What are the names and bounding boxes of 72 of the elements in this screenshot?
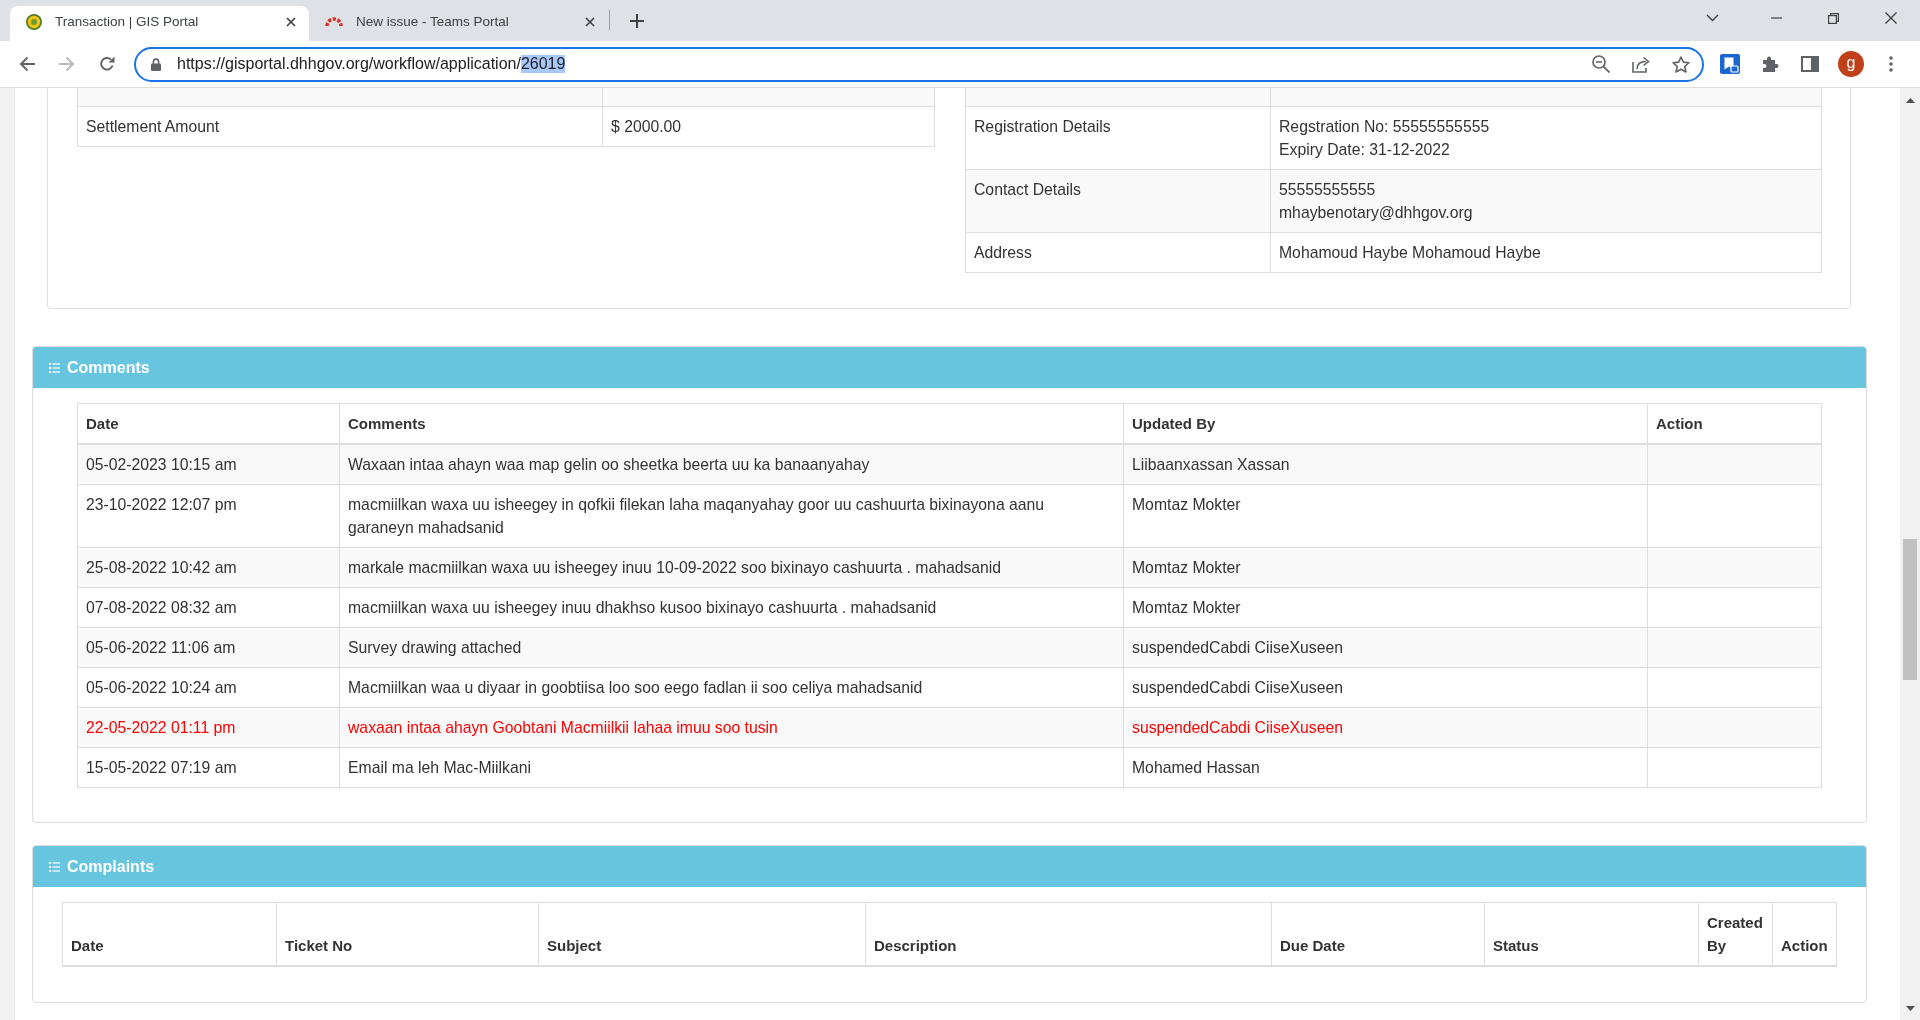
table-cell: waxaan intaa ahayn Goobtani Macmiilkii lahaa imuu soo tusin — [339, 707, 1124, 748]
chevron-down-icon[interactable] — [1706, 14, 1719, 22]
table-cell: Email ma leh Mac-Miilkani — [339, 747, 1124, 788]
table-cell: suspendedCabdi CiiseXuseen — [1123, 667, 1648, 708]
table-cell: 23-10-2022 12:07 pm — [77, 484, 340, 548]
list-icon — [49, 861, 60, 872]
puzzle-icon[interactable] — [1761, 55, 1779, 73]
lock-icon[interactable] — [151, 57, 161, 71]
scrollbar[interactable] — [1900, 88, 1920, 1020]
table-cell: 15-05-2022 07:19 am — [77, 747, 340, 788]
table-cell: Liibaanxassan Xassan — [1123, 444, 1648, 485]
close-icon[interactable] — [585, 16, 595, 27]
table-cell: 07-08-2022 08:32 am — [77, 587, 340, 628]
field-label: Settlement Amount — [77, 106, 603, 147]
zoom-out-icon[interactable] — [1592, 55, 1610, 73]
field-value: 55555555555 mhaybenotary@dhhgov.org — [1270, 169, 1822, 233]
field-value: Regstration No: 55555555555 Expiry Date: 31-12-2022 — [1270, 106, 1822, 170]
column-header: Subject — [538, 902, 866, 966]
plus-icon[interactable] — [630, 14, 644, 28]
profile-button[interactable]: g — [1838, 51, 1864, 77]
table-cell: suspendedCabdi CiiseXuseen — [1123, 627, 1648, 668]
restore-icon[interactable] — [1828, 12, 1839, 24]
field-value: $ 2000.00 — [602, 106, 935, 147]
table-cell: Survey drawing attached — [339, 627, 1124, 668]
seal-icon — [26, 13, 42, 30]
column-header: Status — [1484, 902, 1699, 966]
table-cell: Momtaz Mokter — [1123, 484, 1648, 548]
table-cell: macmiilkan waxa uu isheegey in qofkii filekan laha maqanyahay goor uu cashuurta bixinayona aanu garaneyn mahadsanid — [339, 484, 1124, 548]
table-cell: 05-02-2023 10:15 am — [77, 444, 340, 485]
star-icon[interactable] — [1672, 55, 1690, 73]
table-cell: 22-05-2022 01:11 pm — [77, 707, 340, 748]
table-cell: Momtaz Mokter — [1123, 547, 1648, 588]
column-header: Date — [62, 902, 277, 966]
arc-icon — [325, 17, 343, 26]
close-icon[interactable] — [286, 16, 296, 27]
table-cell: Mohamed Hassan — [1123, 747, 1648, 788]
table-cell: macmiilkan waxa uu isheegey inuu dhakhso kusoo bixinayo cashuurta . mahadsanid — [339, 587, 1124, 628]
table-cell: markale macmiilkan waxa uu isheegey inuu 10-09-2022 soo bixinayo cashuurta . mahadsanid — [339, 547, 1124, 588]
table-cell: Waxaan intaa ahayn waa map gelin oo sheetka beerta uu ka banaanyahay — [339, 444, 1124, 485]
table-cell: 05-06-2022 10:24 am — [77, 667, 340, 708]
table-cell: Macmiilkan waa u diyaar in goobtiisa loo soo eego fadlan ii soo celiya mahadsanid — [339, 667, 1124, 708]
column-header: Created By — [1698, 902, 1773, 966]
back-arrow-icon[interactable] — [19, 56, 35, 72]
table-cell: 25-08-2022 10:42 am — [77, 547, 340, 588]
column-header: Ticket No — [276, 902, 539, 966]
close-icon[interactable] — [1885, 12, 1897, 24]
browser-tab[interactable]: Transaction | GIS Portal — [10, 6, 309, 41]
table-cell: Momtaz Mokter — [1123, 587, 1648, 628]
table-cell: suspendedCabdi CiiseXuseen — [1123, 707, 1648, 748]
panel-title: Complaints — [67, 857, 155, 876]
bookmark-tile-icon[interactable] — [1720, 54, 1740, 74]
field-label: Address — [965, 232, 1271, 273]
field-label: Registration Details — [965, 106, 1271, 170]
share-icon[interactable] — [1632, 55, 1650, 73]
table-cell: 05-06-2022 11:06 am — [77, 627, 340, 668]
field-value: Mohamoud Haybe Mohamoud Haybe — [1270, 232, 1822, 273]
list-icon — [49, 362, 60, 373]
reload-icon[interactable] — [99, 56, 115, 72]
column-header: Action — [1772, 902, 1837, 966]
scrollbar-thumb[interactable] — [1903, 539, 1917, 680]
panel-title: Comments — [67, 358, 150, 377]
column-header: Description — [865, 902, 1272, 966]
column-header: Due Date — [1271, 902, 1485, 966]
url-text: https://gisportal.dhhgov.org/workflow/application/ — [177, 55, 521, 73]
side-panel-icon[interactable] — [1801, 56, 1819, 72]
scroll-up-icon[interactable] — [1905, 98, 1915, 103]
browser-tab[interactable]: New issue - Teams Portal — [309, 6, 608, 41]
selected-url-text: 26019 — [520, 55, 566, 73]
more-menu-icon[interactable] — [1889, 56, 1893, 72]
scroll-down-icon[interactable] — [1905, 1006, 1915, 1011]
field-label: Contact Details — [965, 169, 1271, 233]
address-bar[interactable]: https://gisportal.dhhgov.org/workflow/application/26019 — [134, 46, 1704, 82]
